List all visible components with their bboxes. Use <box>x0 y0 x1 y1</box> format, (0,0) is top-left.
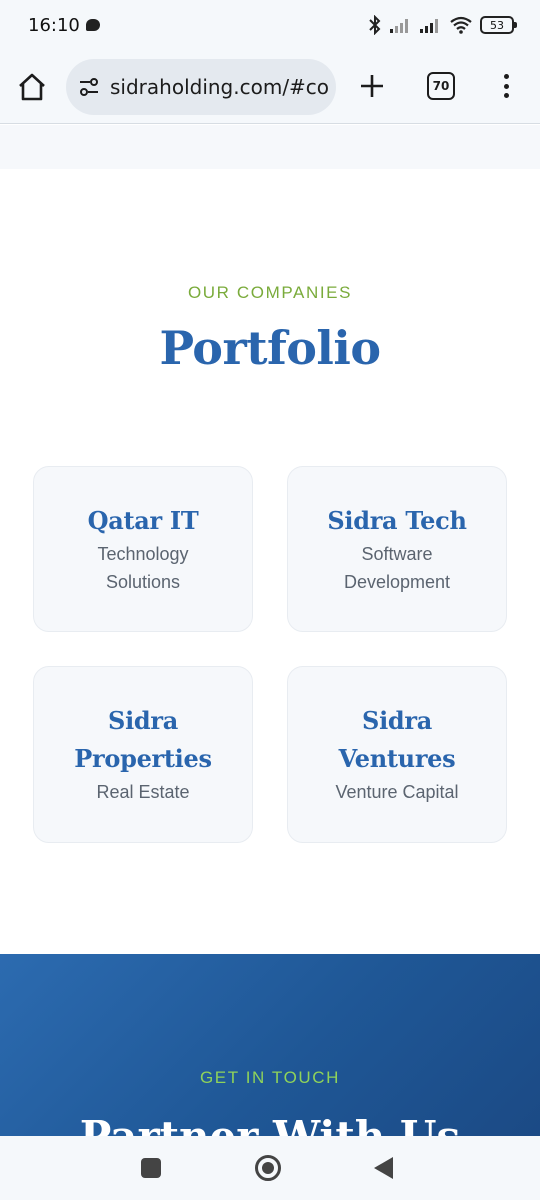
status-icons: 53 <box>368 15 517 35</box>
url-text[interactable]: sidraholding.com/#co <box>110 75 329 99</box>
portfolio-title: Portfolio <box>159 321 381 375</box>
status-bar: 16:10 53 <box>0 0 540 52</box>
home-icon[interactable] <box>16 71 48 103</box>
browser-toolbar: sidraholding.com/#co 70 <box>0 52 540 124</box>
company-card-sidra-properties[interactable]: Sidra Properties Real Estate <box>33 666 253 843</box>
contact-eyebrow: GET IN TOUCH <box>199 1068 341 1087</box>
company-name-line: Sidra <box>362 706 432 735</box>
back-icon[interactable] <box>374 1157 393 1179</box>
contact-title: Partner With Us <box>0 1112 540 1136</box>
status-time: 16:10 <box>28 15 80 36</box>
portfolio-eyebrow: OUR COMPANIES <box>187 283 353 302</box>
company-name: Qatar IT <box>87 506 199 535</box>
more-vert-icon[interactable] <box>496 72 516 100</box>
company-name-line: Properties <box>74 744 212 773</box>
signal-icon <box>390 19 408 33</box>
company-name-line: Sidra <box>108 706 178 735</box>
home-circle-icon[interactable] <box>255 1155 281 1181</box>
portfolio-section: OUR COMPANIES Portfolio Qatar IT Technol… <box>0 169 540 954</box>
message-icon <box>86 19 100 31</box>
company-desc-line: Software <box>361 544 433 564</box>
signal-icon <box>420 19 438 33</box>
company-card-sidra-tech[interactable]: Sidra Tech Software Development <box>287 466 507 632</box>
plus-icon[interactable] <box>358 72 386 100</box>
bluetooth-icon <box>369 15 381 35</box>
system-nav-bar <box>0 1136 540 1200</box>
battery-icon: 53 <box>480 16 517 34</box>
recents-icon[interactable] <box>141 1158 161 1178</box>
address-bar[interactable]: sidraholding.com/#co <box>66 59 336 115</box>
company-desc-line: Solutions <box>105 572 181 592</box>
company-card-qatar-it[interactable]: Qatar IT Technology Solutions <box>33 466 253 632</box>
company-desc-line: Development <box>343 572 451 592</box>
contact-section: GET IN TOUCH Partner With Us <box>0 954 540 1136</box>
company-name: Sidra Tech <box>327 506 467 535</box>
company-desc: Venture Capital <box>335 782 459 802</box>
company-desc: Real Estate <box>96 782 190 802</box>
company-name-line: Ventures <box>338 744 456 773</box>
company-desc-line: Technology <box>97 544 189 564</box>
site-settings-icon[interactable] <box>78 76 100 98</box>
tabs-icon[interactable]: 70 <box>427 72 455 100</box>
company-card-sidra-ventures[interactable]: Sidra Ventures Venture Capital <box>287 666 507 843</box>
previous-section-strip <box>0 125 540 169</box>
wifi-icon <box>450 16 472 34</box>
